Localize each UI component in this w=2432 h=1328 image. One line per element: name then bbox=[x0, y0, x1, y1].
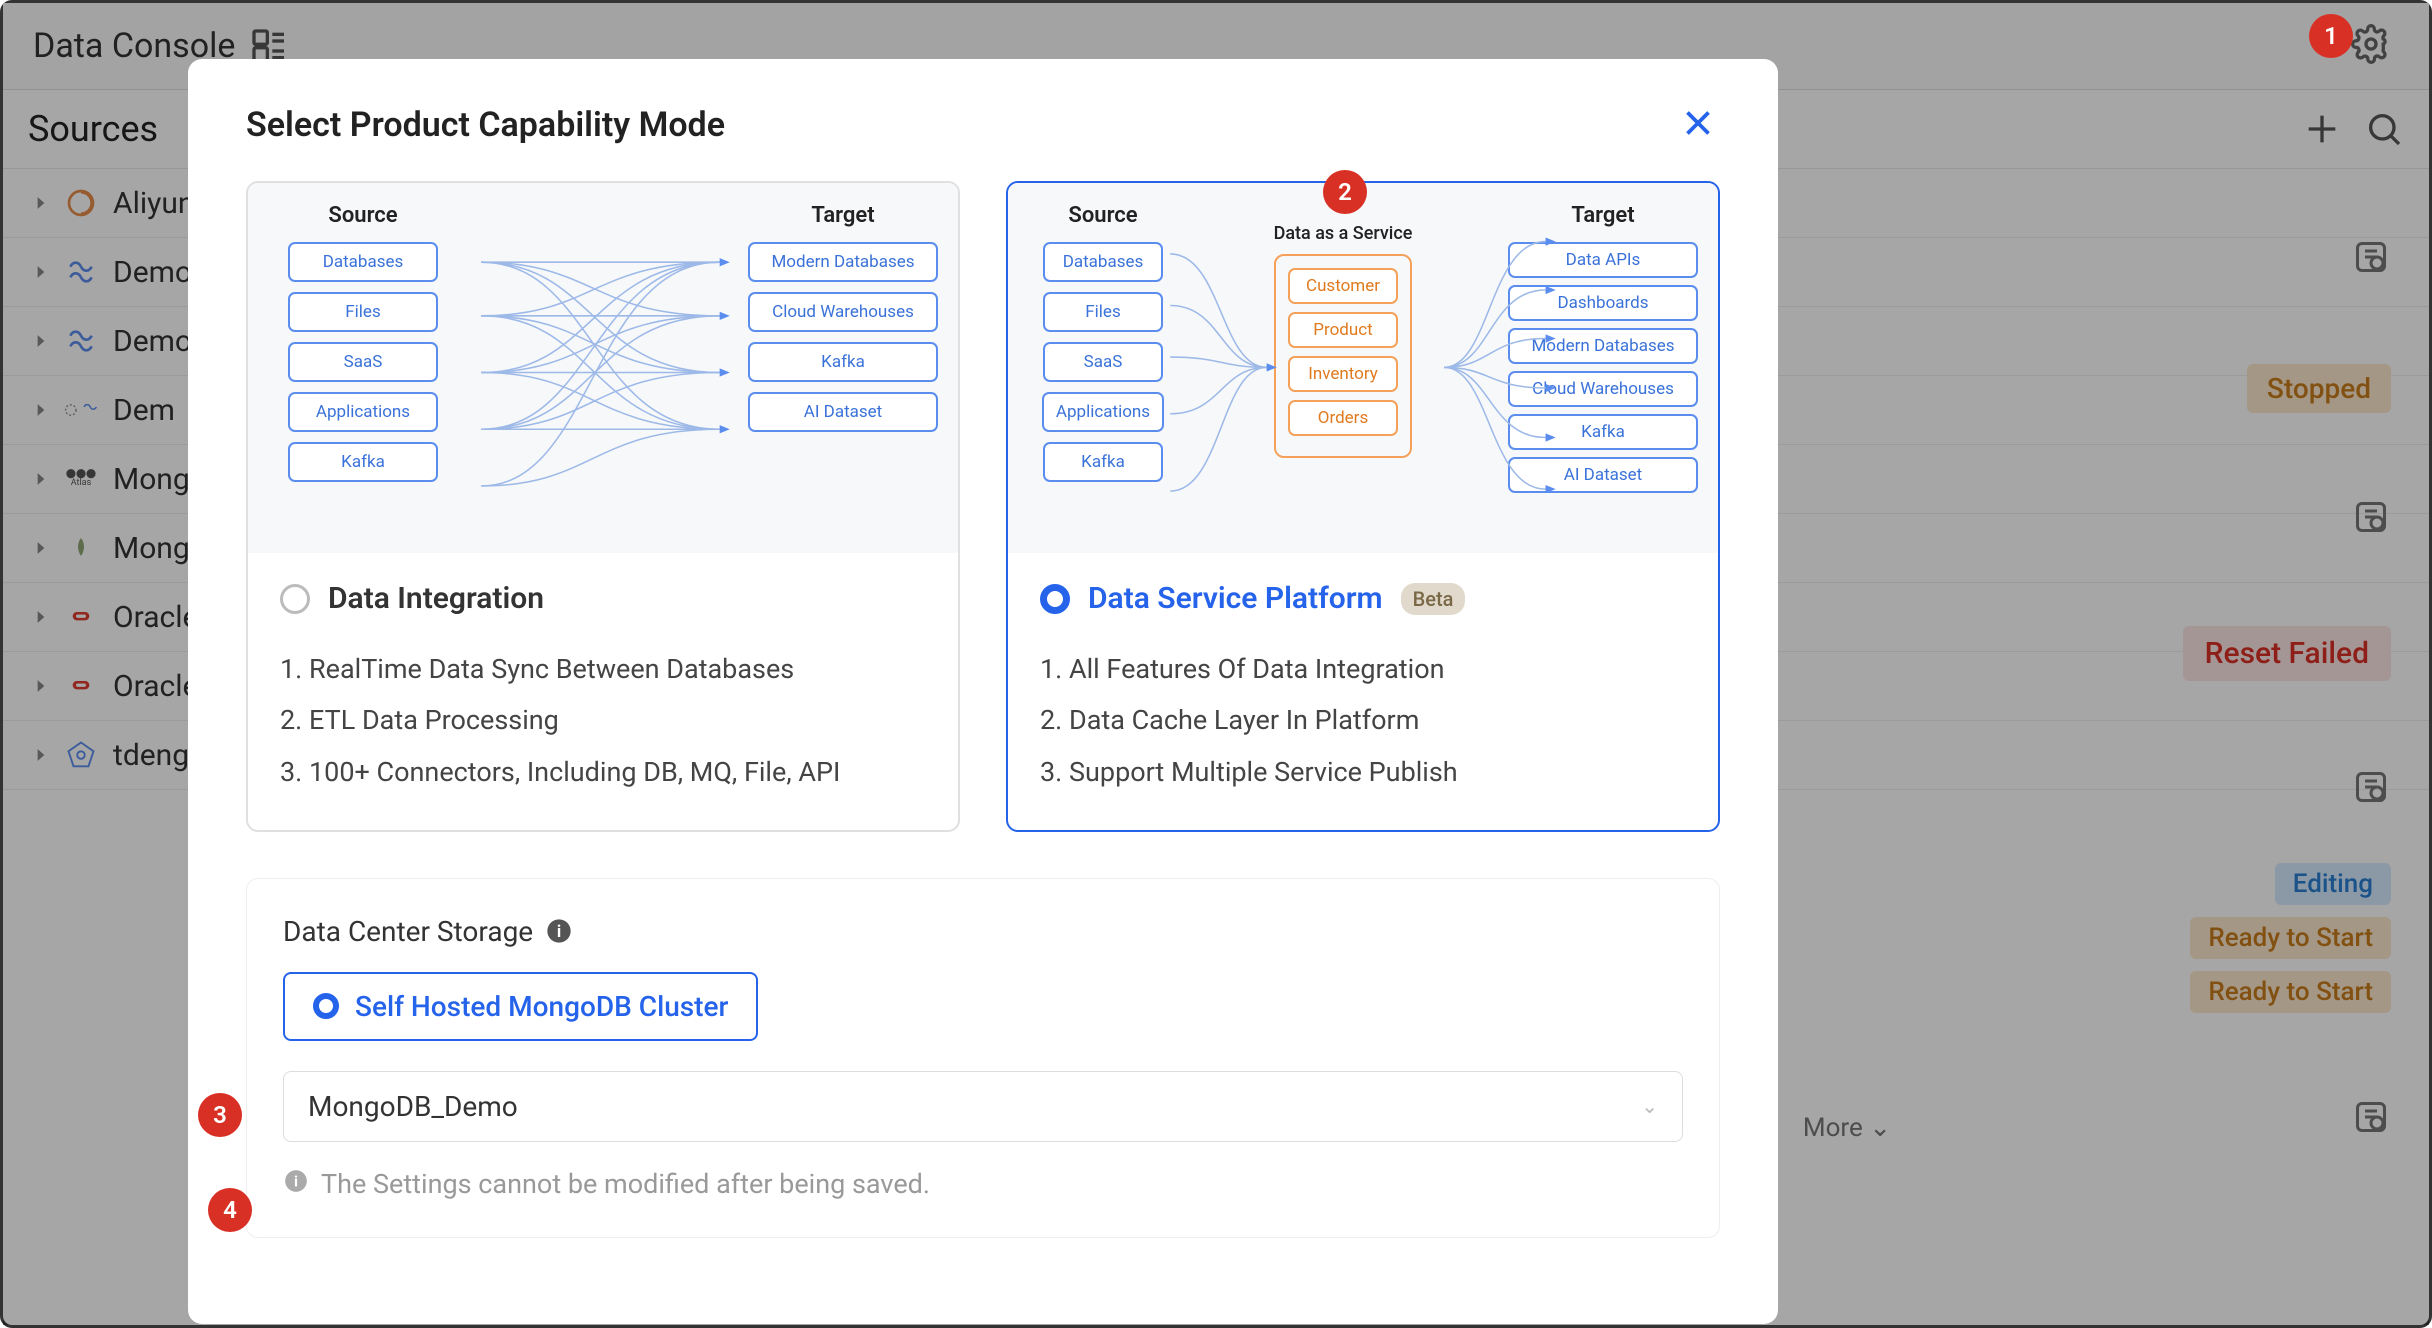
modal-select-capability: Select Product Capability Mode bbox=[188, 59, 1778, 1324]
radio-icon[interactable] bbox=[1040, 584, 1070, 614]
annotation-badge-3: 3 bbox=[198, 1093, 242, 1137]
diagram-node: Inventory bbox=[1288, 356, 1398, 392]
feature-item: 1. RealTime Data Sync Between Databases bbox=[280, 644, 926, 695]
diagram-node: Cloud Warehouses bbox=[1508, 371, 1698, 407]
feature-list: 1. RealTime Data Sync Between Databases … bbox=[280, 644, 926, 798]
diagram-node: AI Dataset bbox=[1508, 457, 1698, 493]
close-icon[interactable] bbox=[1680, 105, 1720, 145]
capability-card-service-platform[interactable]: Source Databases Files SaaS Applications… bbox=[1006, 181, 1720, 832]
annotation-badge-1: 1 bbox=[2309, 14, 2353, 58]
diagram-node: Kafka bbox=[1043, 442, 1163, 482]
diagram-node: Kafka bbox=[1508, 414, 1698, 450]
diagram-node: SaaS bbox=[288, 342, 438, 382]
diagram-node: Kafka bbox=[748, 342, 938, 382]
option-label: Data Service Platform bbox=[1088, 581, 1383, 616]
svg-text:i: i bbox=[294, 1172, 298, 1190]
radio-icon[interactable] bbox=[280, 584, 310, 614]
diagram-node: Applications bbox=[288, 392, 438, 432]
diagram-node: Dashboards bbox=[1508, 285, 1698, 321]
storage-select[interactable]: MongoDB_Demo ⌄ bbox=[283, 1071, 1683, 1142]
diagram-node: Kafka bbox=[288, 442, 438, 482]
annotation-badge-2: 2 bbox=[1323, 170, 1367, 214]
diagram-label: Source bbox=[1068, 203, 1137, 228]
svg-text:i: i bbox=[557, 922, 561, 941]
feature-item: 2. Data Cache Layer In Platform bbox=[1040, 695, 1686, 746]
feature-item: 1. All Features Of Data Integration bbox=[1040, 644, 1686, 695]
service-group: Customer Product Inventory Orders bbox=[1274, 254, 1412, 458]
diagram-node: Orders bbox=[1288, 400, 1398, 436]
diagram-node: SaaS bbox=[1043, 342, 1163, 382]
storage-option-label: Self Hosted MongoDB Cluster bbox=[355, 990, 728, 1023]
diagram-node: Product bbox=[1288, 312, 1398, 348]
diagram-node: Modern Databases bbox=[1508, 328, 1698, 364]
diagram-node: Customer bbox=[1288, 268, 1398, 304]
feature-list: 1. All Features Of Data Integration 2. D… bbox=[1040, 644, 1686, 798]
diagram-node: Modern Databases bbox=[748, 242, 938, 282]
diagram-node: Files bbox=[288, 292, 438, 332]
diagram-node: Data APIs bbox=[1508, 242, 1698, 278]
diagram-label: Target bbox=[811, 203, 874, 228]
diagram-node: Cloud Warehouses bbox=[748, 292, 938, 332]
info-icon[interactable]: i bbox=[545, 917, 573, 945]
feature-item: 3. 100+ Connectors, Including DB, MQ, Fi… bbox=[280, 747, 926, 798]
storage-select-value: MongoDB_Demo bbox=[308, 1090, 518, 1123]
storage-note-text: The Settings cannot be modified after be… bbox=[321, 1168, 930, 1200]
info-icon: i bbox=[283, 1168, 309, 1201]
feature-item: 2. ETL Data Processing bbox=[280, 695, 926, 746]
storage-note: i The Settings cannot be modified after … bbox=[283, 1168, 1683, 1201]
diagram-node: Applications bbox=[1042, 392, 1164, 432]
diagram-label: Data as a Service bbox=[1274, 223, 1413, 244]
radio-icon bbox=[313, 993, 339, 1019]
diagram-label: Target bbox=[1571, 203, 1634, 228]
diagram-service-platform: Source Databases Files SaaS Applications… bbox=[1008, 183, 1718, 553]
storage-section: Data Center Storage i Self Hosted MongoD… bbox=[246, 878, 1720, 1238]
annotation-badge-4: 4 bbox=[208, 1188, 252, 1232]
diagram-integration: Source Databases Files SaaS Applications… bbox=[248, 183, 958, 553]
storage-option-button[interactable]: Self Hosted MongoDB Cluster bbox=[283, 972, 758, 1041]
beta-badge: Beta bbox=[1401, 583, 1466, 615]
chevron-down-icon: ⌄ bbox=[1641, 1094, 1658, 1118]
modal-title: Select Product Capability Mode bbox=[246, 105, 725, 145]
feature-item: 3. Support Multiple Service Publish bbox=[1040, 747, 1686, 798]
storage-title: Data Center Storage bbox=[283, 915, 533, 948]
diagram-node: Files bbox=[1043, 292, 1163, 332]
diagram-node: Databases bbox=[288, 242, 438, 282]
diagram-node: AI Dataset bbox=[748, 392, 938, 432]
capability-card-integration[interactable]: Source Databases Files SaaS Applications… bbox=[246, 181, 960, 832]
diagram-label: Source bbox=[328, 203, 397, 228]
option-label: Data Integration bbox=[328, 581, 544, 616]
diagram-node: Databases bbox=[1043, 242, 1163, 282]
